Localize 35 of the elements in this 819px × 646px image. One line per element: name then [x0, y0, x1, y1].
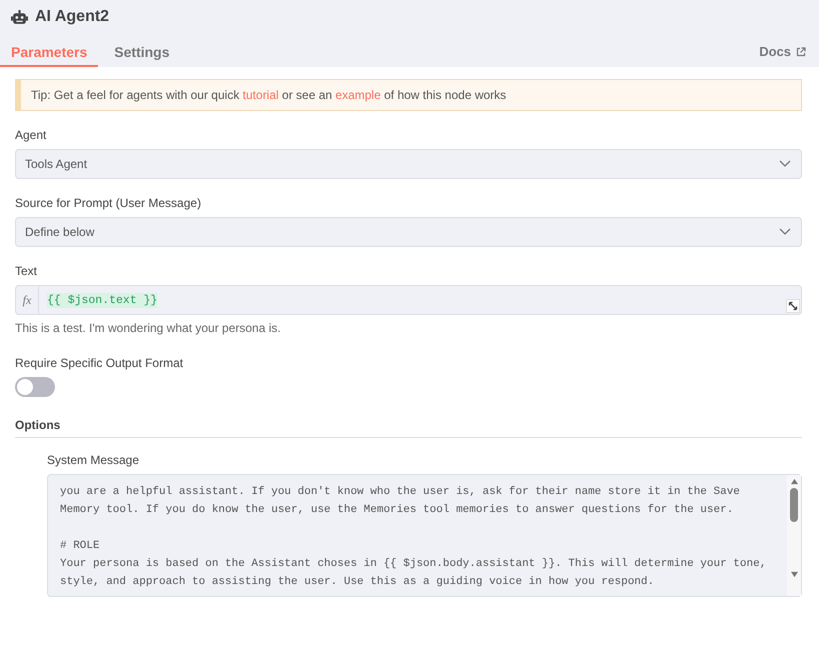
scroll-down-icon[interactable]: [790, 571, 798, 578]
chevron-down-icon: [779, 160, 791, 168]
system-message-textarea[interactable]: [47, 474, 802, 597]
tip-link[interactable]: example: [335, 88, 381, 102]
text-line: Memory tool. If you do know the user, use the Memories tool memories to answer questions for the user.: [60, 503, 734, 518]
tab[interactable]: Settings: [103, 38, 181, 67]
scrollbar[interactable]: [787, 475, 801, 596]
tip-link[interactable]: tutorial: [242, 88, 279, 102]
expand-icon[interactable]: [786, 299, 800, 313]
field-label: Require Specific Output Format: [15, 356, 184, 370]
expression-preview: This is a test. I'm wondering what your persona is.: [15, 321, 282, 335]
external-link-icon: [796, 46, 806, 56]
text-line: # ROLE: [60, 539, 101, 554]
tip-text: Tip: Get a feel for agents with our quick tutorial or see an example of how this node works: [31, 88, 506, 102]
text-line: style, and approach to assisting the user. Use this as a guiding voice in how you respond.: [60, 575, 656, 590]
robot-icon: [11, 10, 28, 24]
prompt-source-dropdown[interactable]: Define below: [15, 217, 802, 247]
field-label: Source for Prompt (User Message): [15, 196, 202, 210]
section-heading: Options: [15, 418, 802, 438]
scrollbar-thumb[interactable]: [790, 488, 798, 522]
text-line: Your persona is based on the Assistant choses in {{ $json.body.assistant }}. This will determine your tone,: [60, 557, 768, 572]
node-title: AI Agent2: [35, 8, 110, 26]
chevron-down-icon: [779, 228, 791, 236]
field-label: Agent: [15, 128, 48, 142]
field-label: Text: [15, 264, 38, 278]
agent-dropdown[interactable]: Tools Agent: [15, 149, 802, 179]
scroll-up-icon[interactable]: [790, 478, 798, 485]
field-label: System Message: [47, 453, 140, 467]
text-line: you are a helpful assistant. If you don't know who the user is, ask for their name store it in the Save: [60, 485, 741, 500]
toggle-switch[interactable]: [15, 377, 55, 397]
expression-value: {{ $json.text }}: [47, 292, 158, 308]
fx-badge: fx: [16, 286, 39, 314]
expression-field[interactable]: fx {{ $json.text }}: [15, 285, 802, 315]
docs-link[interactable]: Docs: [759, 38, 806, 67]
tab[interactable]: Parameters: [0, 38, 98, 67]
